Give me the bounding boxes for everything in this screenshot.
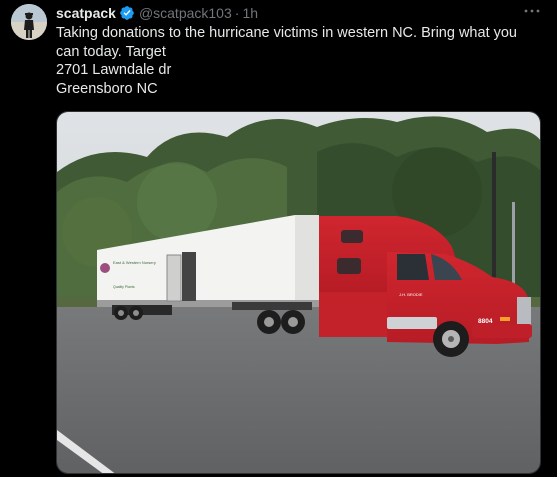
separator-dot: · [234,5,240,21]
tweet-text-line: can today. Target [56,43,166,60]
tweet-media-photo[interactable]: East & Western Nursery Quality Plants 88… [56,111,541,474]
truck-photo: East & Western Nursery Quality Plants 88… [57,112,540,473]
author-handle[interactable]: @scatpack103 [139,5,232,21]
trailer-tagline: Quality Plants [113,285,135,289]
more-dots-icon[interactable] [523,2,541,20]
author-display-name[interactable]: scatpack [56,5,116,21]
tweet-header: scatpack @scatpack103 · 1h [56,5,258,21]
author-avatar[interactable] [11,4,47,40]
profile-photo-icon [11,4,47,40]
truck-number: 8804 [478,318,493,325]
tweet-timestamp[interactable]: 1h [242,5,258,21]
verified-badge-icon[interactable] [119,5,135,21]
cab-door-label: J.H. BRODIE [399,292,423,297]
tweet-text-line: Taking donations to the hurricane victim… [56,25,517,41]
tweet-text: Taking donations to the hurricane victim… [56,24,541,98]
tweet-text-line: Greensboro NC [56,80,158,97]
trailer-logo-text: East & Western Nursery [113,260,156,265]
tweet-text-line: 2701 Lawndale dr [56,62,172,78]
